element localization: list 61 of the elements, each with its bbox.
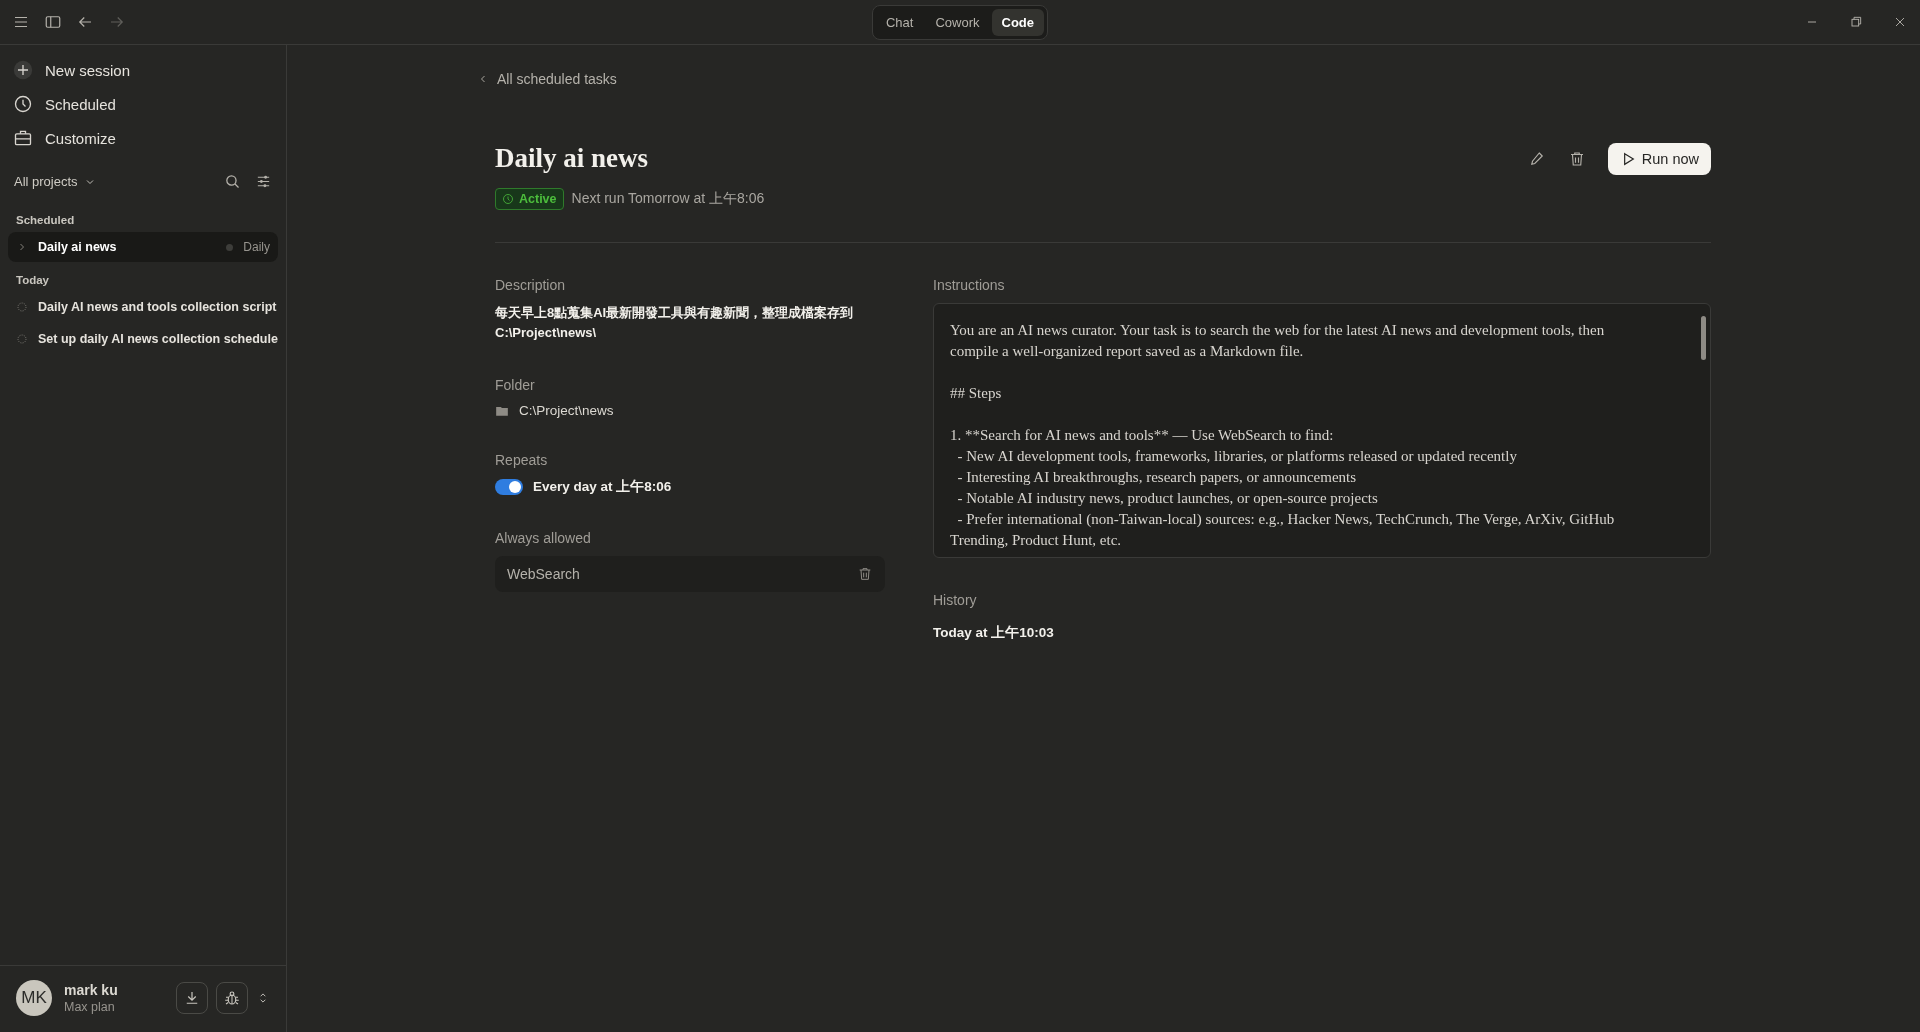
mode-tab[interactable]: Code <box>991 8 1044 36</box>
trash-icon[interactable] <box>857 566 873 582</box>
sidebar-item-label[interactable]: New session <box>45 61 131 79</box>
sidebar-item[interactable]: Customize <box>8 123 278 153</box>
filter-sliders-icon[interactable] <box>255 173 272 190</box>
instruction-line: - Interesting AI breakthroughs, research papers, or announcements <box>956 468 1358 487</box>
description-text: 每天早上8點蒐集AI最新開發工具與有趣新聞，整理成檔案存到 C:\Project\news\ <box>495 304 855 342</box>
folder-path: C:\Project\news <box>519 403 614 418</box>
section-heading: Today <box>15 273 50 288</box>
status-dot <box>226 243 234 251</box>
clock-icon <box>502 193 514 205</box>
tool-name: WebSearch <box>507 566 580 582</box>
status-badge: Active <box>495 188 564 210</box>
instruction-line: 1. **Search for AI news and tools** — Use WebSearch to find: <box>950 426 1335 445</box>
task-title: Daily ai news <box>495 143 649 174</box>
sidebar-item[interactable]: Scheduled <box>8 89 278 119</box>
field-label: Folder <box>495 377 536 393</box>
field-label: Repeats <box>495 452 549 468</box>
briefcase-icon <box>13 128 33 148</box>
clock-icon <box>13 94 33 114</box>
field-label: Always allowed <box>495 530 592 546</box>
field-label: Description <box>495 277 567 293</box>
session-title[interactable]: Daily ai news <box>38 240 217 254</box>
session-title[interactable]: Set up daily AI news collection schedule <box>38 332 278 346</box>
sidebar-item[interactable]: New session <box>8 55 278 85</box>
sidebar-item[interactable]: Daily AI news and tools collection script <box>8 292 278 322</box>
instruction-line: - Prefer international (non-Taiwan-local) sources: e.g., Hacker News, TechCrunch, The Verge, ArXiv, GitHub Trending, Product Hunt, etc. <box>950 510 1616 550</box>
instruction-line: - New AI development tools, frameworks, libraries, or platforms released or updated recently <box>956 447 1518 466</box>
dotted-circle-icon <box>16 301 28 313</box>
instruction-line: - Notable AI industry news, product launches, or open-source projects <box>956 489 1379 508</box>
run-now-button[interactable]: Run now <box>1607 143 1711 175</box>
back-link[interactable]: All scheduled tasks <box>477 71 617 87</box>
search-icon[interactable] <box>224 173 241 190</box>
plan-label: Max plan <box>64 1000 116 1014</box>
field-label: Instructions <box>933 277 1006 293</box>
project-filter-dropdown[interactable]: All projects <box>14 174 96 189</box>
instruction-line: ## Steps <box>950 384 1003 403</box>
user-name: mark ku <box>64 982 119 998</box>
next-run-text: Next run Tomorrow at 上午8:06 <box>571 190 765 208</box>
sidebar-item[interactable]: Daily ai news Daily <box>8 232 278 262</box>
plus-icon <box>13 60 33 80</box>
frequency-label: Daily <box>243 240 270 254</box>
field-label: History <box>933 592 978 608</box>
sidebar-toggle-icon[interactable] <box>44 13 62 31</box>
repeat-schedule: Every day at 上午8:06 <box>533 478 672 496</box>
repeat-toggle[interactable] <box>495 479 523 495</box>
sidebar-item-label[interactable]: Scheduled <box>45 95 116 113</box>
section-heading: Scheduled <box>15 213 76 228</box>
bug-icon <box>223 989 241 1007</box>
history-entry[interactable]: Today at 上午10:03 <box>933 624 1711 642</box>
session-title[interactable]: Daily AI news and tools collection script <box>38 300 277 314</box>
mode-tab[interactable]: Cowork <box>925 8 990 36</box>
bug-button[interactable] <box>216 982 248 1014</box>
download-button[interactable] <box>176 982 208 1014</box>
user-avatar[interactable]: MK <box>16 980 52 1016</box>
restore-icon[interactable] <box>1848 14 1864 30</box>
sidebar-item[interactable]: Set up daily AI news collection schedule <box>8 324 278 354</box>
sidebar-item-label[interactable]: Customize <box>45 129 116 147</box>
dotted-circle-icon <box>16 333 28 345</box>
instruction-line: You are an AI news curator. Your task is to search the web for the latest AI news and development tools, then compile a well-organized report saved as a Markdown file. <box>950 321 1606 361</box>
mode-tab[interactable]: Chat <box>875 8 924 36</box>
